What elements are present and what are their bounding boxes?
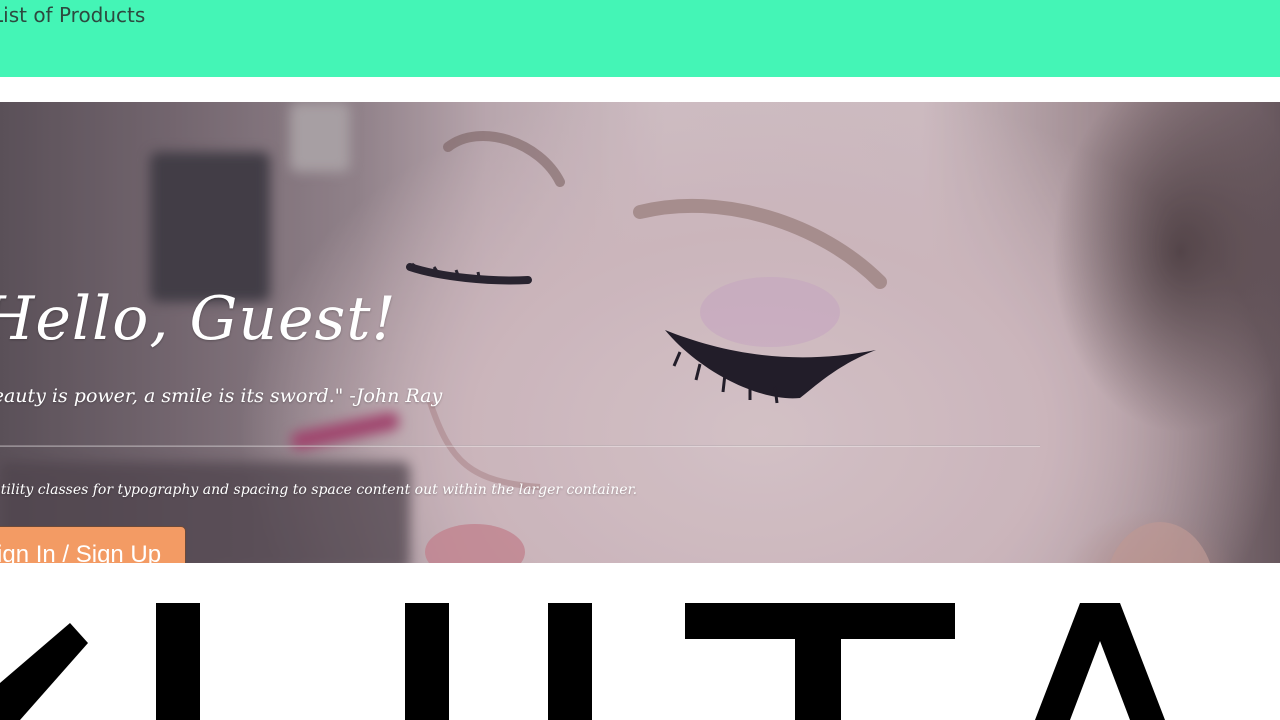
hero-divider — [0, 445, 1040, 447]
top-navbar: List of Products — [0, 0, 1280, 77]
hero-jumbotron: Hello, Guest! "Beauty is power, a smile … — [0, 102, 1280, 563]
hero-title: Hello, Guest! — [0, 284, 397, 354]
ulta-logo — [0, 603, 1165, 720]
hero-quote: "Beauty is power, a smile is its sword."… — [0, 385, 443, 407]
sign-in-sign-up-button[interactable]: Sign In / Sign Up — [0, 526, 186, 563]
hero-lead-text: It uses utility classes for typography a… — [0, 482, 638, 498]
brand-logo — [0, 603, 1280, 720]
nav-link-products[interactable]: List of Products — [0, 3, 145, 27]
